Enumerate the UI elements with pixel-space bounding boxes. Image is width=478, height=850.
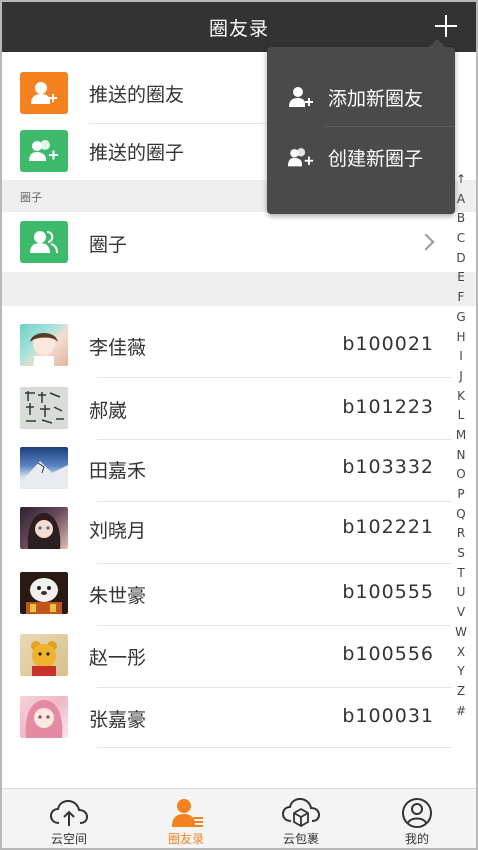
contact-row[interactable]: 朱世豪 b100555 xyxy=(2,568,476,618)
contact-id: b100556 xyxy=(342,643,434,665)
alphabet-letter[interactable]: F xyxy=(458,288,465,308)
divider xyxy=(97,563,452,564)
contact-name: 李佳薇 xyxy=(89,337,147,359)
alphabet-letter[interactable]: O xyxy=(456,465,465,485)
alphabet-index[interactable]: ↑ A B C D E F G H I J K L M N O P Q R S T U V W X Y Z # xyxy=(452,170,470,721)
alphabet-letter[interactable]: # xyxy=(456,702,466,722)
contact-id: b100031 xyxy=(342,705,434,727)
contact-name: 刘晓月 xyxy=(89,520,147,542)
alphabet-letter[interactable]: E xyxy=(457,268,465,288)
divider xyxy=(97,747,452,748)
contact-name: 朱世豪 xyxy=(89,585,147,607)
pushed-friends-label: 推送的圈友 xyxy=(89,84,185,106)
menu-item-create-circle[interactable]: 创建新圈子 xyxy=(267,127,455,187)
tab-cloud-package[interactable]: 云包裹 xyxy=(242,789,360,848)
plus-icon[interactable] xyxy=(432,12,460,40)
alphabet-letter[interactable]: Y xyxy=(457,662,464,682)
page-title: 圈友录 xyxy=(208,17,269,40)
menu-item-label: 添加新圈友 xyxy=(328,87,424,110)
avatar xyxy=(20,572,68,614)
add-group-icon xyxy=(287,148,314,167)
alphabet-letter[interactable]: H xyxy=(456,328,465,348)
avatar xyxy=(20,634,68,676)
alphabet-letter[interactable]: G xyxy=(456,308,465,328)
divider xyxy=(97,377,452,378)
contact-name: 张嘉豪 xyxy=(89,709,147,731)
alphabet-letter[interactable]: P xyxy=(457,485,464,505)
contact-id: b103332 xyxy=(342,456,434,478)
alphabet-letter[interactable]: Q xyxy=(456,505,465,525)
alphabet-letter[interactable]: R xyxy=(457,524,465,544)
contact-row[interactable]: 张嘉豪 b100031 xyxy=(2,692,476,742)
alphabet-letter[interactable]: U xyxy=(457,583,466,603)
alphabet-letter[interactable]: J xyxy=(459,367,463,387)
profile-icon xyxy=(402,798,432,828)
avatar xyxy=(20,447,68,489)
tab-bar: 云空间 圈友录 云包裹 我的 xyxy=(2,788,476,848)
tab-label: 圈友录 xyxy=(167,832,204,846)
contact-row[interactable]: 田嘉禾 b103332 xyxy=(2,443,476,493)
cloud-upload-icon xyxy=(49,799,89,826)
tab-contacts[interactable]: 圈友录 xyxy=(127,789,245,848)
alphabet-letter[interactable]: Z xyxy=(457,682,465,702)
tab-label: 云空间 xyxy=(50,832,87,846)
alphabet-letter[interactable]: B xyxy=(457,209,465,229)
alphabet-letter[interactable]: K xyxy=(457,387,465,407)
divider xyxy=(97,687,452,688)
contact-row[interactable]: 刘晓月 b102221 xyxy=(2,503,476,553)
app-header: 圈友录 xyxy=(2,2,476,52)
alphabet-letter[interactable]: X xyxy=(457,643,465,663)
circles-item[interactable]: 圈子 xyxy=(2,216,476,268)
alphabet-letter[interactable]: T xyxy=(457,564,464,584)
divider xyxy=(89,123,269,124)
contact-row[interactable]: 郝崴 b101223 xyxy=(2,383,476,433)
cloud-package-icon xyxy=(281,797,321,828)
circles-label: 圈子 xyxy=(89,234,128,256)
contact-id: b102221 xyxy=(342,516,434,538)
add-user-icon xyxy=(20,72,68,114)
add-group-icon xyxy=(20,130,68,172)
section-label: 圈子 xyxy=(20,191,42,204)
alphabet-letter[interactable]: L xyxy=(458,406,465,426)
contact-id: b100021 xyxy=(342,333,434,355)
contact-id: b101223 xyxy=(342,396,434,418)
alphabet-letter[interactable]: D xyxy=(456,249,465,269)
contact-row[interactable]: 李佳薇 b100021 xyxy=(2,320,476,370)
section-spacer xyxy=(2,272,476,306)
alphabet-letter[interactable]: I xyxy=(459,347,463,367)
alphabet-letter[interactable]: A xyxy=(457,190,465,210)
divider xyxy=(97,439,452,440)
alphabet-letter[interactable]: N xyxy=(457,446,466,466)
group-icon xyxy=(20,221,68,263)
contact-row[interactable]: 赵一彤 b100556 xyxy=(2,630,476,680)
tab-label: 我的 xyxy=(404,832,429,846)
alphabet-letter[interactable]: W xyxy=(455,623,467,643)
alphabet-letter[interactable]: S xyxy=(457,544,465,564)
pushed-circles-label: 推送的圈子 xyxy=(89,142,185,164)
menu-item-label: 创建新圈子 xyxy=(328,147,424,170)
tab-profile[interactable]: 我的 xyxy=(358,789,476,848)
avatar xyxy=(20,507,68,549)
alphabet-letter[interactable]: ↑ xyxy=(456,170,466,190)
avatar xyxy=(20,324,68,366)
contact-id: b100555 xyxy=(342,581,434,603)
alphabet-letter[interactable]: M xyxy=(456,426,466,446)
divider xyxy=(97,501,452,502)
add-user-icon xyxy=(289,87,313,107)
divider xyxy=(97,625,452,626)
app-frame: 圈友录 推送的圈友 推送的圈子 圈子 圈子 李佳薇 b100021 郝崴 b10… xyxy=(0,0,478,850)
dropdown-menu: 添加新圈友 创建新圈子 xyxy=(267,39,455,214)
contact-name: 赵一彤 xyxy=(89,647,147,669)
menu-item-add-friend[interactable]: 添加新圈友 xyxy=(267,67,455,127)
avatar xyxy=(20,387,68,429)
contacts-icon xyxy=(172,799,203,827)
alphabet-letter[interactable]: V xyxy=(457,603,465,623)
tab-cloud-space[interactable]: 云空间 xyxy=(10,789,128,848)
tab-label: 云包裹 xyxy=(282,832,319,846)
contact-name: 郝崴 xyxy=(89,400,128,422)
avatar xyxy=(20,696,68,738)
chevron-right-icon xyxy=(417,233,435,251)
contact-name: 田嘉禾 xyxy=(89,460,147,482)
alphabet-letter[interactable]: C xyxy=(457,229,465,249)
